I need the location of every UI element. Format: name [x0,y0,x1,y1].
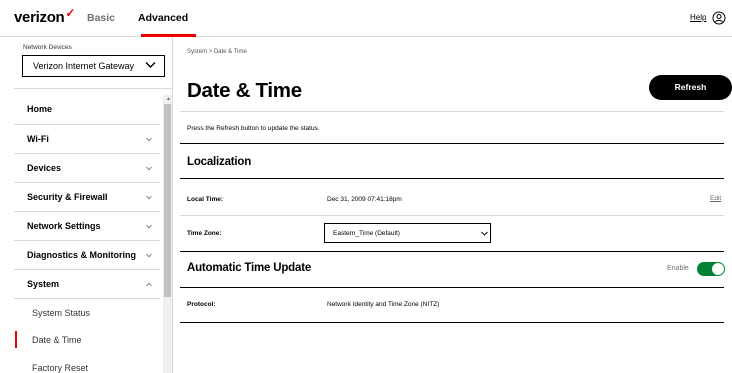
sidebar: Network Devices Verizon Internet Gateway… [0,37,173,373]
protocol-value: Network Identity and Time Zone (NITZ) [327,301,440,308]
time-zone-label: Time Zone: [187,230,222,237]
page-title: Date & Time [187,79,302,102]
chevron-down-icon [146,137,152,142]
scroll-up-arrow-icon[interactable]: ▲ [166,96,171,102]
divider [180,215,724,216]
toggle-knob [712,263,724,275]
tab-advanced[interactable]: Advanced [138,12,188,24]
enable-label: Enable [667,265,689,272]
sidebar-separator [14,298,160,299]
divider [180,143,724,144]
refresh-hint: Press the Refresh button to update the s… [187,125,320,132]
sidebar-separator [14,182,160,183]
chevron-down-icon [146,253,152,258]
sidebar-subitem-date-time[interactable]: Date & Time [32,335,82,345]
user-account-icon[interactable] [712,11,726,25]
protocol-label: Protocol: [187,301,216,308]
chevron-down-icon [145,62,156,68]
divider [180,322,724,323]
time-zone-select-value: Eastern_Time (Default) [333,230,400,237]
localization-title: Localization [187,156,252,168]
automatic-time-update-title: Automatic Time Update [187,262,312,274]
top-header: verizon✓ Basic Advanced Help [0,0,732,37]
chevron-up-icon [146,282,152,287]
help-link[interactable]: Help [690,13,706,22]
verizon-logo[interactable]: verizon✓ [14,6,76,26]
logo-text: verizon [14,9,65,26]
sidebar-item-system[interactable]: System [27,279,59,289]
sidebar-item-wifi[interactable]: Wi-Fi [27,134,49,144]
divider [180,178,724,179]
sidebar-scrollbar-thumb[interactable] [164,104,171,297]
sidebar-separator [14,211,160,212]
sidebar-item-diagnostics-monitoring[interactable]: Diagnostics & Monitoring [27,250,136,260]
chevron-down-icon [481,231,488,236]
chevron-down-icon [146,166,152,171]
sidebar-separator [14,153,160,154]
divider [180,251,724,252]
network-device-select-value: Verizon Internet Gateway [33,61,135,71]
refresh-button[interactable]: Refresh [649,75,732,100]
logo-check-icon: ✓ [65,6,76,20]
chevron-down-icon [146,224,152,229]
time-zone-select[interactable]: Eastern_Time (Default) [324,223,491,243]
sidebar-item-home[interactable]: Home [27,104,52,114]
sidebar-divider [14,88,173,89]
breadcrumb[interactable]: System > Date & Time [187,49,247,55]
sidebar-item-network-settings[interactable]: Network Settings [27,221,101,231]
network-devices-label: Network Devices [23,44,72,51]
sidebar-item-security-firewall[interactable]: Security & Firewall [27,192,108,202]
local-time-label: Local Time: [187,196,224,203]
divider [180,111,724,112]
sidebar-subitem-system-status[interactable]: System Status [32,308,90,318]
chevron-down-icon [146,195,152,200]
tab-basic[interactable]: Basic [87,12,115,24]
divider [180,287,724,288]
sidebar-item-devices[interactable]: Devices [27,163,61,173]
sidebar-separator [14,240,160,241]
auto-time-update-toggle[interactable] [697,262,725,276]
edit-local-time-link[interactable]: Edit [710,195,721,202]
active-subitem-indicator [15,331,17,348]
sidebar-separator [14,269,160,270]
local-time-value: Dec 31, 2009 07:41:18pm [327,196,402,203]
sidebar-subitem-factory-reset[interactable]: Factory Reset [32,363,88,373]
network-device-select[interactable]: Verizon Internet Gateway [22,55,165,77]
sidebar-separator [14,124,160,125]
